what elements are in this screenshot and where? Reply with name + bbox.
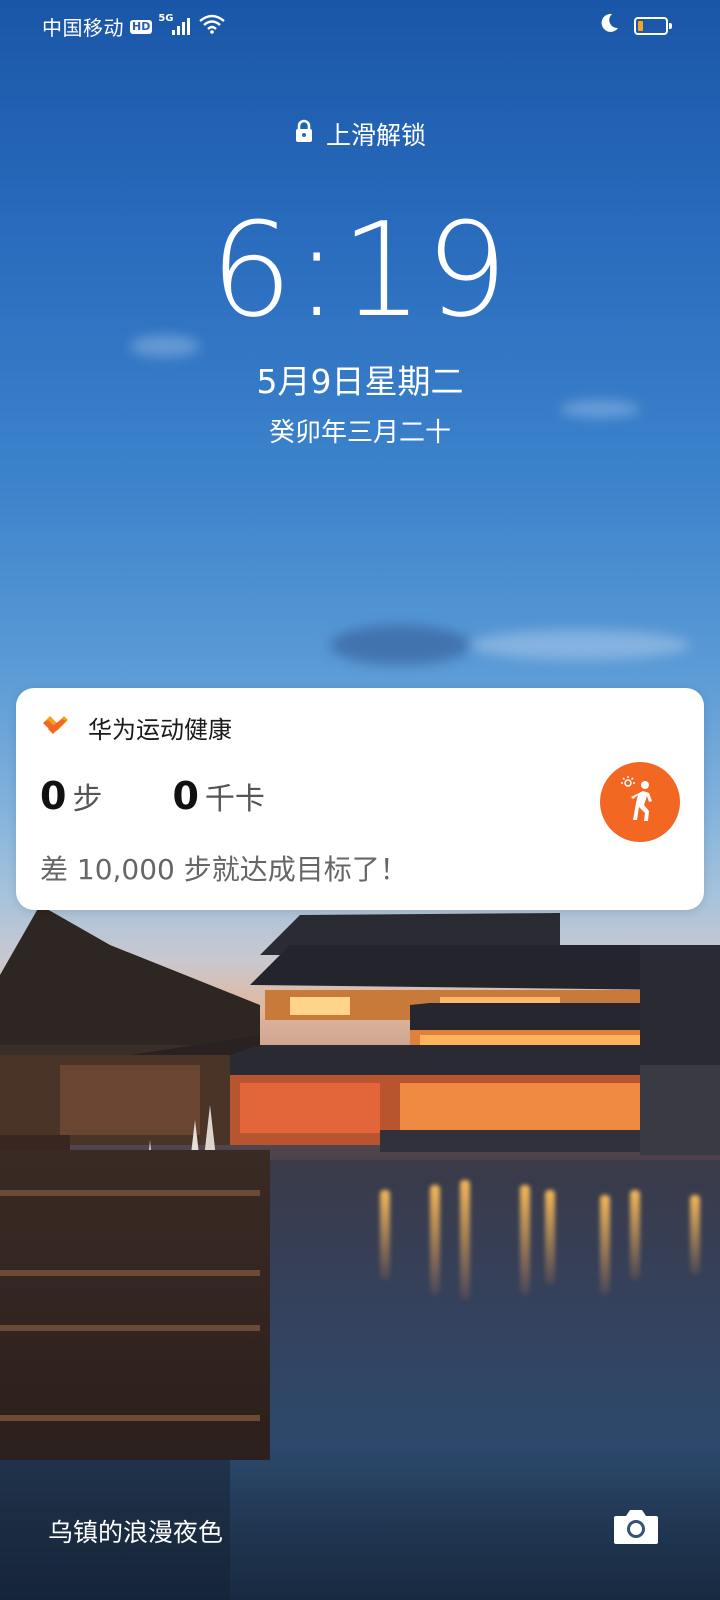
huawei-health-logo-icon xyxy=(40,713,70,743)
steps-stat: 0 步 xyxy=(40,774,102,818)
calories-unit: 千卡 xyxy=(204,782,265,817)
health-widget-card[interactable]: 华为运动健康 0 步 0 千卡 差 10,000 步就达成目标了！ xyxy=(16,688,704,910)
wallpaper-caption[interactable]: 乌镇的浪漫夜色 xyxy=(48,1513,223,1549)
walking-person-icon xyxy=(618,775,662,829)
calories-value: 0 xyxy=(172,774,199,818)
wallpaper-deck xyxy=(0,1150,270,1460)
wallpaper-cloud xyxy=(470,630,690,660)
steps-unit: 步 xyxy=(72,782,103,817)
lock-icon xyxy=(294,119,314,149)
swipe-unlock-hint[interactable]: 上滑解锁 xyxy=(0,116,720,152)
wifi-icon xyxy=(198,13,226,40)
card-header: 华为运动健康 xyxy=(40,710,232,745)
battery-icon xyxy=(634,16,672,35)
wallpaper-cloud xyxy=(330,625,470,665)
status-bar: 中国移动 HD 5G xyxy=(0,0,720,50)
moon-icon xyxy=(598,12,620,39)
steps-value: 0 xyxy=(40,774,67,818)
app-name: 华为运动健康 xyxy=(88,716,232,744)
goal-message: 差 10,000 步就达成目标了！ xyxy=(40,853,408,886)
lock-screen: 中国移动 HD 5G 上滑解锁 6:19 5月9日星期二 癸卯年三月二十 华为运… xyxy=(0,0,720,1600)
calories-stat: 0 千卡 xyxy=(172,774,264,818)
date-label: 5月9日星期二 xyxy=(256,362,464,401)
hd-badge: HD xyxy=(130,19,153,34)
walk-workout-button[interactable] xyxy=(600,762,680,842)
lunar-date-label: 癸卯年三月二十 xyxy=(268,418,451,448)
activity-stats: 0 步 0 千卡 xyxy=(40,774,265,818)
camera-shortcut-button[interactable] xyxy=(612,1506,660,1546)
clock-time: 6:19 xyxy=(210,194,510,346)
unlock-hint-label: 上滑解锁 xyxy=(325,121,426,150)
camera-icon xyxy=(612,1510,660,1550)
signal-icon: 5G xyxy=(158,13,192,37)
network-type-label: 5G xyxy=(158,12,174,24)
carrier-name: 中国移动 xyxy=(42,16,124,40)
